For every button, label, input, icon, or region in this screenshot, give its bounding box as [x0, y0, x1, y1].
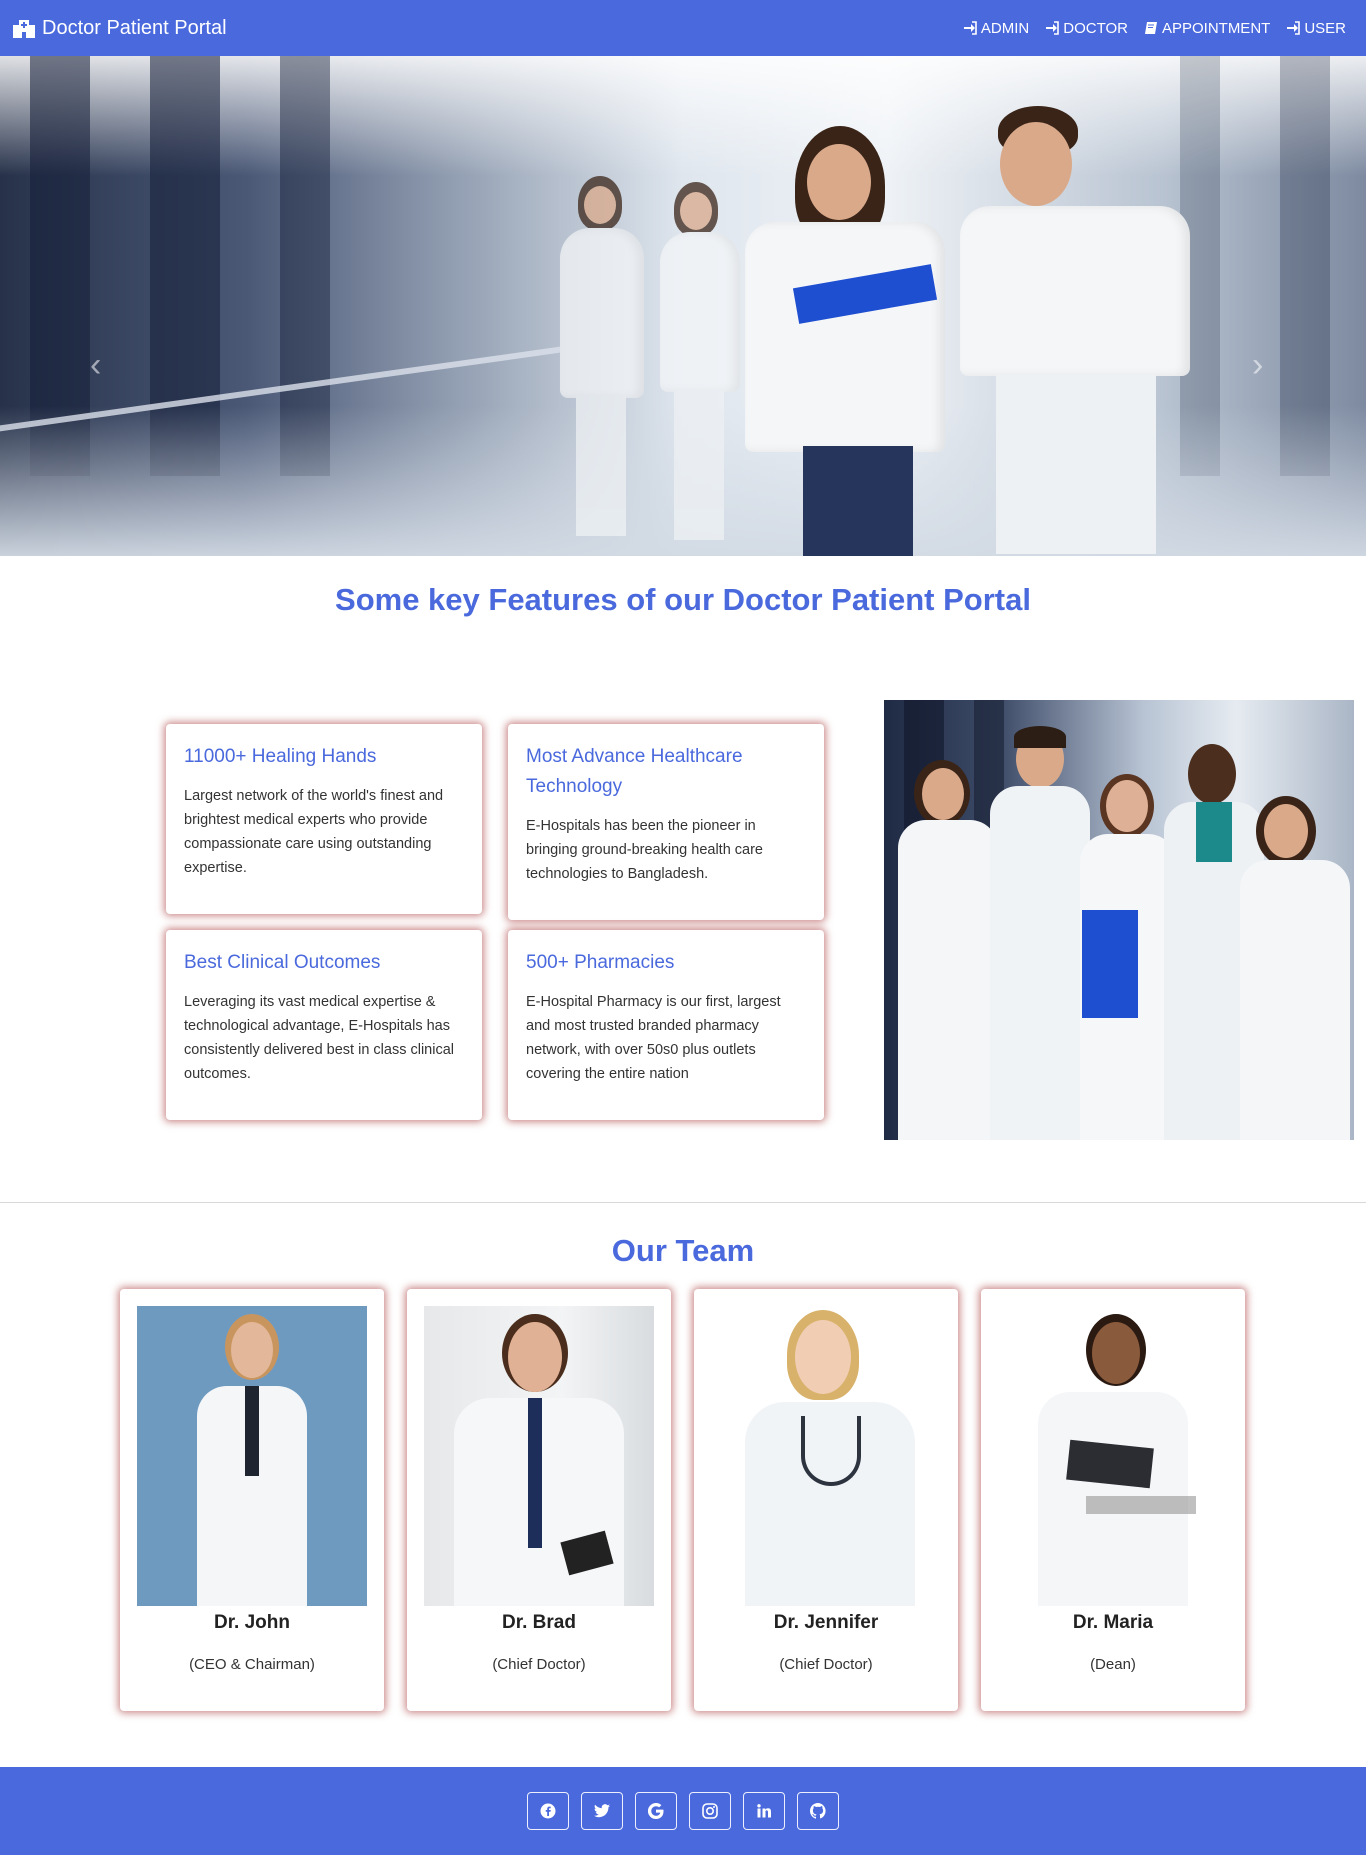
- team-card: Dr. Maria (Dean): [981, 1289, 1245, 1711]
- instagram-icon: [702, 1803, 718, 1819]
- brand-link[interactable]: Doctor Patient Portal: [12, 17, 227, 40]
- hero-carousel: ‹ ›: [0, 56, 1366, 556]
- nav-links: ADMIN DOCTOR APPOINTMENT USER: [947, 20, 1346, 37]
- team-title: Our Team: [611, 1233, 755, 1268]
- feature-card: 11000+ Healing Hands Largest network of …: [166, 724, 482, 914]
- nav-doctor-link[interactable]: DOCTOR: [1045, 20, 1128, 37]
- feature-card: 500+ Pharmacies E-Hospital Pharmacy is o…: [508, 930, 824, 1120]
- team-member-photo: [711, 1306, 941, 1606]
- feature-card-text: E-Hospital Pharmacy is our first, larges…: [526, 994, 781, 1082]
- sign-in-icon: [1287, 21, 1301, 35]
- team-member-name: Dr. Maria: [1072, 1612, 1154, 1633]
- carousel-prev-icon[interactable]: ‹: [90, 346, 101, 385]
- feature-card-title: Best Clinical Outcomes: [184, 952, 381, 973]
- team-card: Dr. Brad (Chief Doctor): [407, 1289, 671, 1711]
- team-card: Dr. John (CEO & Chairman): [120, 1289, 384, 1711]
- twitter-button[interactable]: [581, 1792, 623, 1830]
- github-button[interactable]: [797, 1792, 839, 1830]
- nav-appointment-label: APPOINTMENT: [1161, 19, 1271, 37]
- facebook-icon: [540, 1803, 556, 1819]
- sign-in-icon: [963, 21, 977, 35]
- google-button[interactable]: [635, 1792, 677, 1830]
- team-member-photo: [137, 1306, 367, 1606]
- nav-admin-link[interactable]: ADMIN: [963, 20, 1029, 37]
- navbar: Doctor Patient Portal ADMIN DOCTOR APPOI…: [0, 0, 1366, 56]
- team-member-role: (Chief Doctor): [492, 1656, 586, 1673]
- nav-user-link[interactable]: USER: [1286, 20, 1346, 37]
- team-member-role: (Dean): [1090, 1656, 1136, 1673]
- twitter-icon: [594, 1804, 610, 1818]
- feature-card: Best Clinical Outcomes Leveraging its va…: [166, 930, 482, 1120]
- github-icon: [810, 1803, 826, 1819]
- feature-card: Most Advance Healthcare Technology E-Hos…: [508, 724, 824, 920]
- features-title: Some key Features of our Doctor Patient …: [335, 582, 1031, 617]
- feature-card-title: 500+ Pharmacies: [526, 952, 675, 973]
- team-member-name: Dr. Jennifer: [773, 1612, 879, 1633]
- linkedin-icon: [757, 1804, 771, 1818]
- team-member-photo: [424, 1306, 654, 1606]
- book-icon: [1144, 22, 1157, 34]
- nav-admin-label: ADMIN: [980, 19, 1030, 37]
- nav-doctor-label: DOCTOR: [1063, 19, 1128, 37]
- hospital-icon: [13, 20, 35, 38]
- carousel-next-icon[interactable]: ›: [1252, 346, 1263, 385]
- section-divider: [0, 1202, 1366, 1203]
- team-member-photo: [998, 1306, 1228, 1606]
- doctors-group-photo: [884, 700, 1354, 1140]
- nav-appointment-link[interactable]: APPOINTMENT: [1144, 20, 1270, 37]
- footer: [0, 1767, 1366, 1855]
- feature-card-title: 11000+ Healing Hands: [184, 746, 377, 767]
- instagram-button[interactable]: [689, 1792, 731, 1830]
- team-member-name: Dr. Brad: [502, 1612, 576, 1633]
- feature-card-title: Most Advance Healthcare Technology: [526, 746, 743, 797]
- feature-card-text: E-Hospitals has been the pioneer in brin…: [526, 818, 763, 882]
- sign-in-icon: [1046, 21, 1060, 35]
- facebook-button[interactable]: [527, 1792, 569, 1830]
- team-card: Dr. Jennifer (Chief Doctor): [694, 1289, 958, 1711]
- linkedin-button[interactable]: [743, 1792, 785, 1830]
- brand-title: Doctor Patient Portal: [42, 16, 227, 39]
- google-icon: [648, 1803, 664, 1819]
- feature-card-text: Leveraging its vast medical expertise & …: [184, 994, 454, 1082]
- team-member-role: (CEO & Chairman): [189, 1656, 315, 1673]
- team-member-role: (Chief Doctor): [779, 1656, 873, 1673]
- team-member-name: Dr. John: [213, 1612, 290, 1633]
- nav-user-label: USER: [1304, 19, 1346, 37]
- feature-card-text: Largest network of the world's finest an…: [184, 788, 444, 876]
